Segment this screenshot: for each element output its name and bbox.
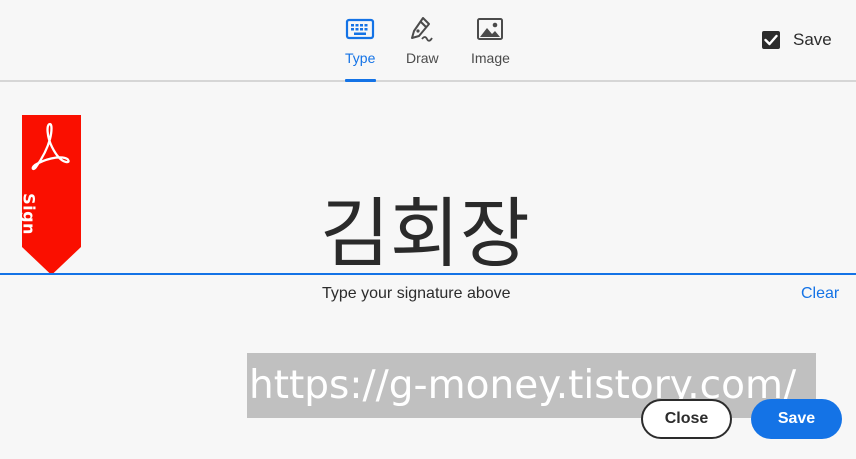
checkbox-checked-icon[interactable] <box>762 31 780 49</box>
pen-icon <box>407 14 437 44</box>
toolbar-divider <box>0 80 856 82</box>
tab-draw-label: Draw <box>406 50 439 66</box>
save-signature-checkbox[interactable]: Save <box>762 30 832 50</box>
tab-type[interactable]: Type <box>345 14 375 66</box>
close-button[interactable]: Close <box>641 399 732 439</box>
signature-baseline <box>0 273 856 275</box>
keyboard-icon <box>345 14 375 44</box>
tab-image-label: Image <box>471 50 510 66</box>
active-tab-indicator <box>345 79 376 82</box>
signature-hint: Type your signature above <box>322 285 511 302</box>
mode-toolbar: Type Draw Image Save <box>0 0 856 80</box>
tab-image[interactable]: Image <box>471 14 510 66</box>
clear-link[interactable]: Clear <box>801 285 839 303</box>
tab-type-label: Type <box>345 50 376 66</box>
sign-flag-label: Sign <box>19 193 39 235</box>
save-button[interactable]: Save <box>751 399 842 439</box>
save-toggle-label: Save <box>793 30 832 49</box>
tab-draw[interactable]: Draw <box>406 14 439 66</box>
image-icon <box>475 14 505 44</box>
signature-input[interactable]: 김회장 <box>320 186 550 282</box>
url-watermark: https://g-money.tistory.com/ <box>247 353 816 418</box>
